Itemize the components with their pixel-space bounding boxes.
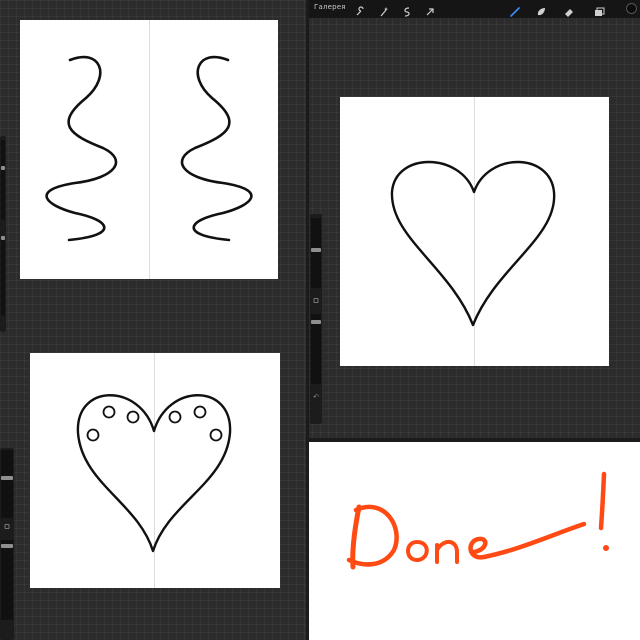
right-panel-sidebar[interactable]: ↶ (310, 214, 322, 424)
eraser-icon[interactable] (563, 3, 575, 17)
brush-size-slider[interactable] (1, 140, 5, 220)
circle-decoration (126, 410, 140, 424)
left-wave-stroke (45, 55, 118, 242)
letter-d-stroke (350, 504, 362, 570)
modify-button[interactable] (4, 524, 10, 529)
color-picker-button[interactable] (626, 3, 637, 14)
opacity-thumb[interactable] (1, 544, 13, 548)
circle-decoration (102, 405, 116, 419)
letter-o-stroke (406, 540, 429, 562)
opacity-slider[interactable] (311, 314, 321, 384)
opacity-slider[interactable] (1, 540, 13, 620)
modify-button[interactable] (313, 298, 319, 303)
done-lettering-drawing (346, 471, 609, 570)
brush-icon[interactable] (509, 3, 521, 17)
mirrored-waves-drawing (45, 55, 253, 242)
layers-icon[interactable] (593, 3, 605, 16)
canvas-done-lettering[interactable] (309, 442, 640, 640)
brush-size-slider[interactable] (311, 218, 321, 288)
decorative-circles (86, 405, 223, 442)
circle-decoration (209, 428, 223, 442)
canvas-heart-with-circles[interactable] (30, 353, 280, 588)
circle-decoration (193, 405, 207, 419)
circle-decoration (168, 410, 182, 424)
canvas-heart-outline[interactable] (340, 97, 609, 366)
heart-outline-drawing (390, 160, 556, 327)
top-toolbar: Галерея (309, 0, 640, 18)
heart-stroke (76, 394, 232, 553)
exclamation-stroke (598, 471, 607, 531)
opacity-thumb[interactable] (1, 236, 5, 240)
letter-n-stroke (435, 540, 459, 564)
heart-with-circles-drawing (76, 394, 232, 553)
exclamation-dot (603, 545, 609, 551)
transform-arrow-icon[interactable] (424, 3, 436, 16)
opacity-slider[interactable] (1, 236, 5, 316)
brush-size-slider[interactable] (1, 450, 13, 518)
opacity-thumb[interactable] (311, 320, 321, 324)
smudge-icon[interactable] (535, 3, 547, 16)
gallery-button[interactable]: Галерея (314, 3, 346, 11)
heart-stroke (390, 160, 556, 327)
left-sidebar-bottom[interactable] (0, 448, 14, 640)
right-wave-stroke (180, 55, 253, 242)
letter-e-stroke (468, 521, 587, 560)
brush-size-thumb[interactable] (1, 166, 5, 170)
left-sidebar-top[interactable] (0, 136, 6, 332)
circle-decoration (86, 428, 100, 442)
brush-size-thumb[interactable] (311, 248, 321, 252)
wrench-icon[interactable] (354, 3, 366, 16)
selection-icon[interactable] (401, 3, 413, 17)
magic-wand-icon[interactable] (378, 3, 390, 17)
brush-size-thumb[interactable] (1, 476, 13, 480)
canvas-mirrored-waves[interactable] (20, 20, 278, 279)
undo-icon[interactable]: ↶ (313, 394, 319, 401)
